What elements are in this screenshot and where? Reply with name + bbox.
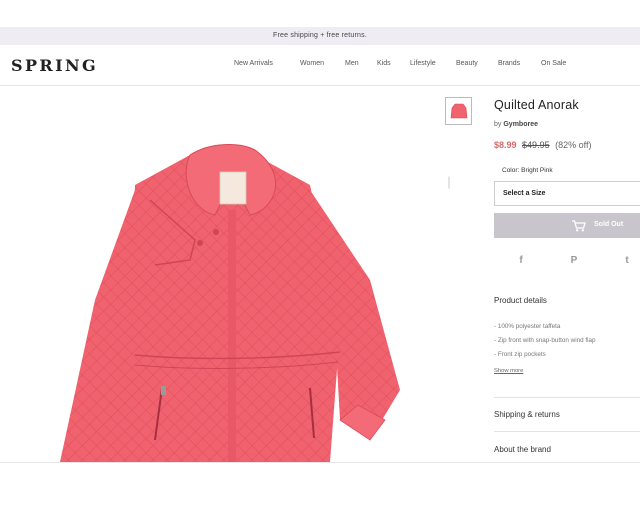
nav-kids[interactable]: Kids (377, 60, 391, 67)
image-zoom-hint-icon: ┃ (446, 178, 453, 189)
nav-brands[interactable]: Brands (498, 60, 520, 67)
detail-bullet: - Zip front with snap-button wind flap (494, 337, 596, 344)
nav-women[interactable]: Women (300, 60, 324, 67)
nav-beauty[interactable]: Beauty (456, 60, 478, 67)
about-brand-heading[interactable]: About the brand (494, 445, 551, 454)
product-image (60, 144, 400, 462)
site-header: SPRING New Arrivals Women Men Kids Lifes… (0, 45, 640, 86)
brand-prefix: by (494, 121, 502, 128)
discount-label: (82% off) (555, 140, 592, 150)
product-brand: by Gymboree (494, 121, 538, 128)
sold-out-button[interactable]: Sold Out (494, 213, 640, 238)
viewport-bottom-edge (0, 462, 640, 463)
pinterest-icon[interactable]: P (568, 255, 580, 269)
thumbnail-jacket-icon (450, 103, 467, 119)
top-margin (0, 0, 640, 27)
brand-link[interactable]: Gymboree (503, 121, 538, 128)
shipping-returns-heading[interactable]: Shipping & returns (494, 410, 560, 419)
sold-out-label: Sold Out (594, 221, 624, 228)
nav-new-arrivals[interactable]: New Arrivals (234, 60, 273, 67)
detail-bullet: - 100% polyester taffeta (494, 323, 561, 330)
color-label: Color: Bright Pink (502, 167, 553, 174)
price-row: $8.99 $49.95 (82% off) (494, 140, 591, 150)
product-title: Quilted Anorak (494, 98, 579, 112)
facebook-icon[interactable]: f (515, 255, 527, 269)
nav-men[interactable]: Men (345, 60, 359, 67)
show-more-link[interactable]: Show more (494, 368, 523, 374)
section-divider (494, 397, 640, 398)
site-logo[interactable]: SPRING (11, 56, 98, 75)
sale-price: $8.99 (494, 140, 517, 150)
cart-icon (572, 220, 586, 232)
nav-on-sale[interactable]: On Sale (541, 60, 566, 67)
promo-bar: Free shipping + free returns. (0, 27, 640, 45)
promo-text: Free shipping + free returns. (273, 32, 367, 39)
section-divider (494, 431, 640, 432)
original-price: $49.95 (522, 140, 550, 150)
nav-lifestyle[interactable]: Lifestyle (410, 60, 436, 67)
detail-bullet: - Front zip pockets (494, 351, 546, 358)
twitter-icon[interactable]: t (621, 255, 633, 269)
product-thumbnail[interactable] (445, 97, 472, 125)
product-details-heading[interactable]: Product details (494, 296, 547, 305)
size-select[interactable]: Select a Size (494, 181, 640, 206)
